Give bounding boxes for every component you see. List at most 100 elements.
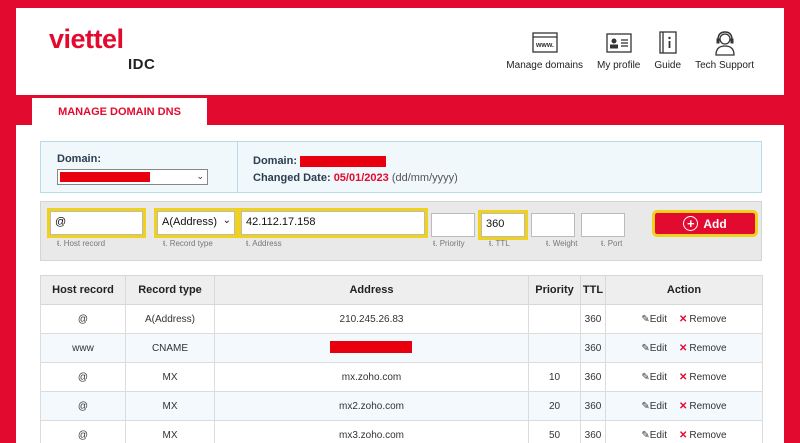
cell-type: MX: [125, 391, 215, 421]
nav-label: Tech Support: [695, 60, 754, 71]
viettel-idc-logo[interactable]: viettel IDC: [49, 24, 155, 74]
record-type-select[interactable]: A(Address) ⌄: [154, 208, 238, 238]
col-record-type: Record type: [125, 275, 215, 305]
nav-my-profile[interactable]: My profile: [597, 30, 640, 71]
add-record-button[interactable]: + Add: [652, 210, 758, 237]
remove-button[interactable]: ✕ Remove: [679, 372, 727, 383]
remove-button[interactable]: ✕ Remove: [679, 401, 727, 412]
nav-tech-support[interactable]: Tech Support: [695, 30, 754, 71]
close-icon: ✕: [678, 313, 688, 325]
cell-host: www: [40, 333, 126, 363]
chevron-down-icon: ⌄: [222, 215, 231, 226]
changed-date-value: 05/01/2023: [333, 172, 389, 184]
guide-book-icon: [657, 30, 679, 56]
redacted-domain-name: [300, 156, 386, 167]
domain-details: Domain: Changed Date: 05/01/2023 (dd/mm/…: [253, 153, 458, 187]
cell-address: mx3.zoho.com: [214, 420, 529, 443]
ttl-input[interactable]: 360: [478, 210, 528, 240]
page: viettel IDC www. Manage domains My profi…: [16, 8, 784, 443]
edit-button[interactable]: ✎Edit: [641, 401, 667, 412]
nav-label: Guide: [654, 60, 682, 71]
nav-label: Manage domains: [506, 60, 584, 71]
cell-action: ✎Edit ✕ Remove: [605, 304, 763, 334]
cell-ttl: 360: [580, 391, 606, 421]
edit-button[interactable]: ✎Edit: [641, 343, 667, 354]
nav-manage-domains[interactable]: www. Manage domains: [506, 30, 583, 71]
headset-icon: [712, 30, 738, 56]
cell-ttl: 360: [580, 362, 606, 392]
date-format-hint: (dd/mm/yyyy): [391, 172, 458, 184]
edit-button[interactable]: ✎Edit: [641, 430, 667, 441]
domain-label: Domain:: [57, 153, 101, 165]
tab-manage-domain-dns[interactable]: MANAGE DOMAIN DNS: [32, 98, 207, 125]
cell-type: MX: [125, 420, 215, 443]
weight-input[interactable]: [531, 213, 575, 237]
cell-host: @: [40, 391, 126, 421]
remove-button[interactable]: ✕ Remove: [679, 343, 727, 354]
nav-label: My profile: [597, 60, 641, 71]
col-priority: Priority: [528, 275, 581, 305]
top-nav: www. Manage domains My profile Guide Tec…: [506, 30, 754, 71]
close-icon: ✕: [678, 429, 688, 441]
address-label: ŧ. Address: [246, 239, 282, 248]
plus-circle-icon: +: [683, 216, 699, 231]
remove-button[interactable]: ✕ Remove: [679, 314, 727, 325]
table-row: @ A(Address) 210.245.26.83 360 ✎Edit ✕ Re…: [40, 304, 763, 334]
cell-priority: 10: [528, 362, 581, 392]
domain-name-label: Domain:: [253, 155, 297, 167]
add-record-form: @ ŧ. Host record A(Address) ⌄ ŧ. Record …: [40, 201, 762, 261]
col-action: Action: [605, 275, 763, 305]
cell-ttl: 360: [580, 333, 606, 363]
edit-button[interactable]: ✎Edit: [641, 372, 667, 383]
add-button-label: Add: [703, 216, 727, 231]
cell-host: @: [40, 304, 126, 334]
priority-input[interactable]: [431, 213, 475, 237]
profile-card-icon: [606, 30, 632, 56]
cell-address: [214, 333, 529, 363]
record-type-label: ŧ. Record type: [163, 239, 213, 248]
redacted-domain: [60, 172, 150, 182]
table-header-row: Host record Record type Address Priority…: [40, 275, 763, 305]
cell-address: mx2.zoho.com: [214, 391, 529, 421]
nav-guide[interactable]: Guide: [654, 30, 681, 71]
cell-address: mx.zoho.com: [214, 362, 529, 392]
redacted-address: [330, 341, 412, 353]
host-record-label: ŧ. Host record: [57, 239, 106, 248]
edit-icon: ✎: [641, 313, 650, 325]
dns-records-table: Host record Record type Address Priority…: [40, 275, 763, 443]
cell-ttl: 360: [580, 304, 606, 334]
www-icon: www.: [532, 30, 558, 56]
cell-priority: [528, 333, 581, 363]
weight-label: ŧ. Weight: [546, 239, 578, 248]
close-icon: ✕: [678, 400, 688, 412]
port-input[interactable]: [581, 213, 625, 237]
priority-label: ŧ. Priority: [433, 239, 465, 248]
domain-select[interactable]: ⌄: [57, 169, 208, 185]
changed-date-label: Changed Date:: [253, 172, 331, 184]
host-record-input[interactable]: @: [47, 208, 146, 238]
cell-action: ✎Edit ✕ Remove: [605, 333, 763, 363]
logo-wordmark: viettel: [49, 24, 124, 54]
port-label: ŧ. Port: [601, 239, 623, 248]
logo-sub: IDC: [128, 56, 156, 73]
cell-priority: [528, 304, 581, 334]
table-row: @ MX mx3.zoho.com 50 360 ✎Edit ✕ Remove: [40, 420, 763, 443]
cell-priority: 50: [528, 420, 581, 443]
table-row: @ MX mx2.zoho.com 20 360 ✎Edit ✕ Remove: [40, 391, 763, 421]
cell-type: MX: [125, 362, 215, 392]
edit-button[interactable]: ✎Edit: [641, 314, 667, 325]
cell-action: ✎Edit ✕ Remove: [605, 362, 763, 392]
edit-icon: ✎: [641, 429, 650, 441]
table-row: @ MX mx.zoho.com 10 360 ✎Edit ✕ Remove: [40, 362, 763, 392]
col-address: Address: [214, 275, 529, 305]
ttl-label: ŧ. TTL: [489, 239, 510, 248]
col-host-record: Host record: [40, 275, 126, 305]
remove-button[interactable]: ✕ Remove: [679, 430, 727, 441]
cell-priority: 20: [528, 391, 581, 421]
cell-action: ✎Edit ✕ Remove: [605, 391, 763, 421]
svg-text:www.: www.: [535, 42, 554, 49]
cell-host: @: [40, 420, 126, 443]
domain-info-panel: Domain: ⌄ Domain: Changed Date: 05/01/20…: [40, 141, 762, 193]
address-input[interactable]: 42.112.17.158: [238, 208, 428, 238]
cell-type: CNAME: [125, 333, 215, 363]
